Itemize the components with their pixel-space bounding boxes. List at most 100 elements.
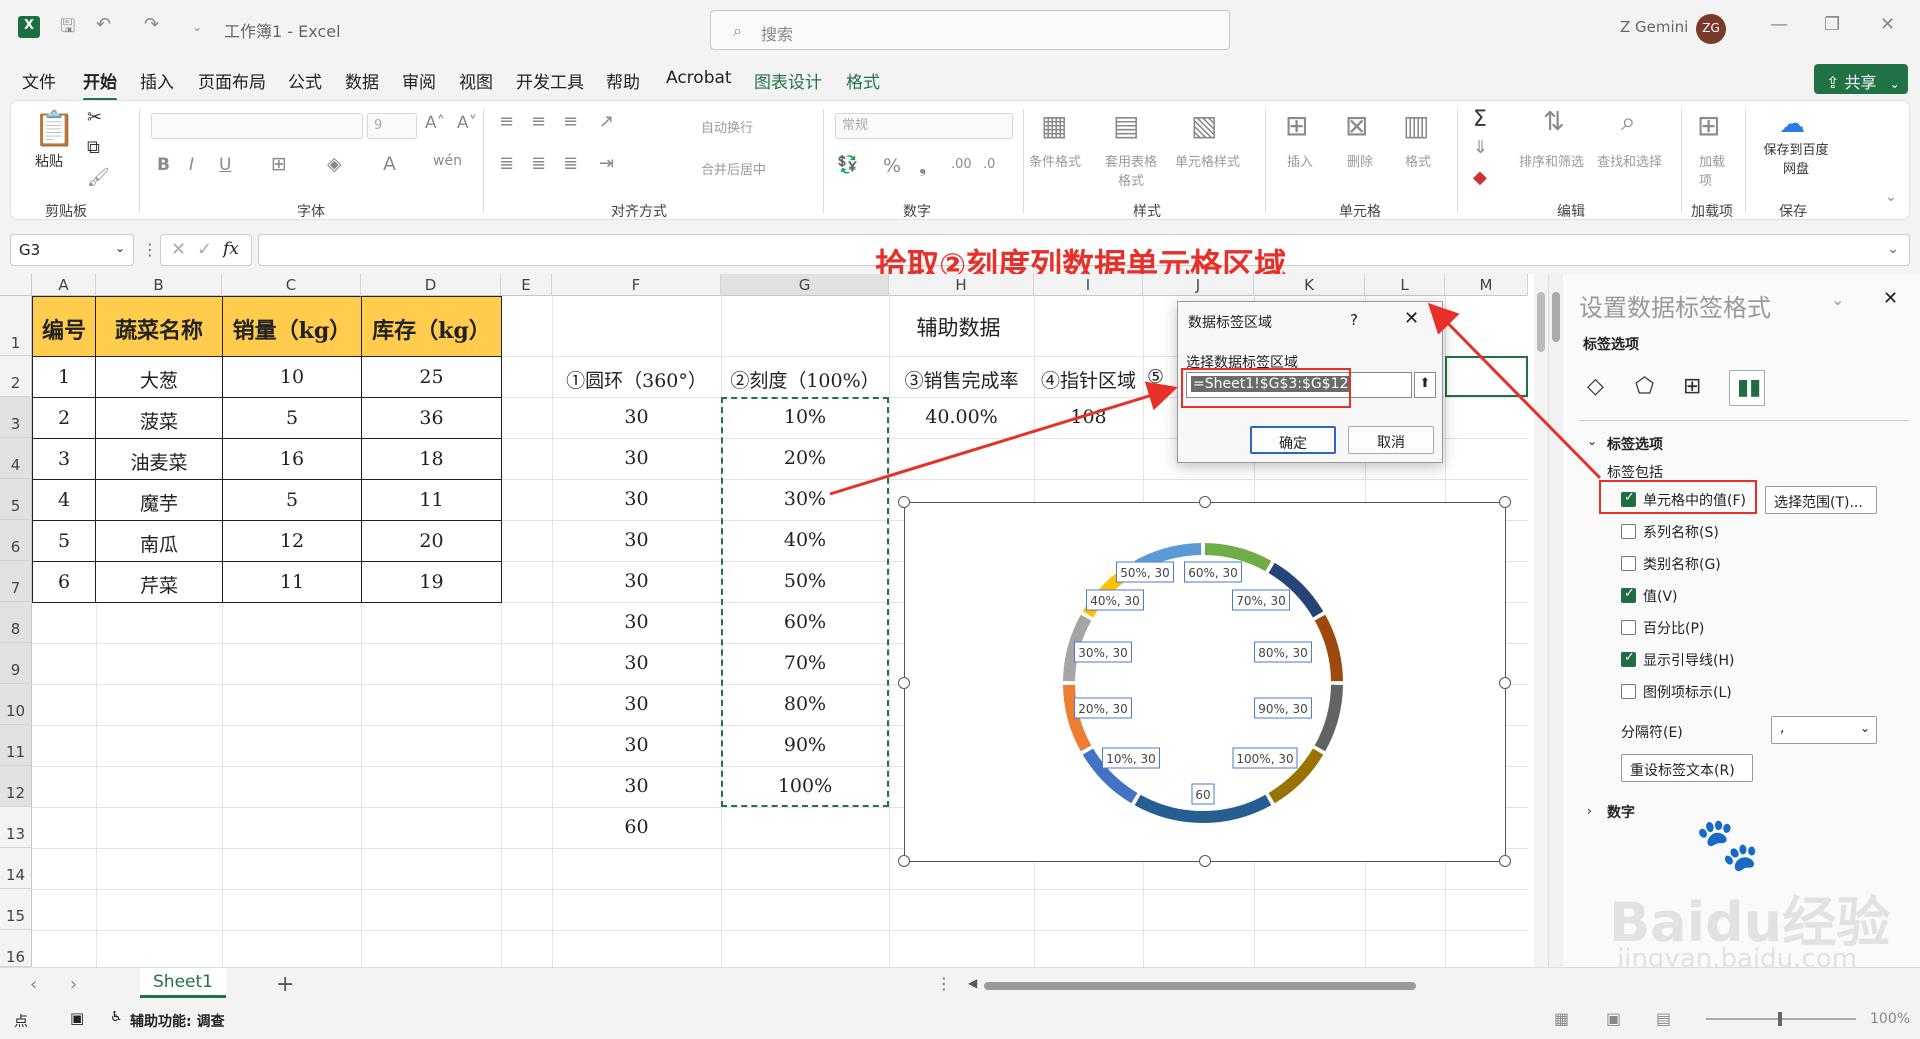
- checkbox-category-name[interactable]: [1621, 556, 1636, 571]
- conditional-format-button[interactable]: 条件格式: [1029, 151, 1081, 170]
- font-name-dropdown[interactable]: [151, 113, 363, 139]
- option-label[interactable]: 值(V): [1643, 586, 1678, 606]
- shrink-font-icon[interactable]: A˅: [457, 113, 477, 133]
- prev-sheet-icon[interactable]: ‹: [30, 974, 37, 995]
- cancel-icon[interactable]: ✕: [171, 239, 186, 260]
- undo-icon[interactable]: ↶: [96, 14, 111, 35]
- cell-g[interactable]: 100%: [721, 775, 889, 797]
- comma-icon[interactable]: ❟: [919, 155, 926, 177]
- align-left-icon[interactable]: ≣: [499, 153, 514, 174]
- data-label[interactable]: 100%, 30: [1236, 752, 1293, 766]
- row-header[interactable]: 11: [0, 725, 32, 766]
- delete-cells-button[interactable]: 删除: [1347, 151, 1373, 170]
- cell-f[interactable]: 30: [552, 652, 721, 674]
- addins-button[interactable]: 加载项: [1699, 151, 1735, 189]
- option-label[interactable]: 百分比(P): [1643, 618, 1704, 638]
- menu-help[interactable]: 帮助: [606, 68, 640, 93]
- italic-icon[interactable]: I: [189, 155, 194, 175]
- find-select-icon[interactable]: ⌕: [1621, 107, 1636, 138]
- label-options-tab[interactable]: 标签选项: [1583, 334, 1639, 354]
- fill-line-icon[interactable]: ◇: [1587, 374, 1604, 399]
- wrap-text-button[interactable]: 自动换行: [701, 117, 753, 136]
- format-cells-button[interactable]: 格式: [1405, 151, 1431, 170]
- separator-dropdown[interactable]: , ⌄: [1771, 716, 1877, 744]
- table-cell[interactable]: 10: [222, 356, 362, 398]
- cell-g[interactable]: 70%: [721, 652, 889, 674]
- option-label[interactable]: 显示引导线(H): [1643, 650, 1734, 670]
- effects-icon[interactable]: ⬠: [1635, 374, 1654, 399]
- pane-close-icon[interactable]: ✕: [1883, 288, 1898, 309]
- cell-g[interactable]: 10%: [721, 406, 889, 428]
- checkbox-value[interactable]: [1621, 586, 1636, 603]
- row-header[interactable]: 10: [0, 684, 32, 725]
- dialog-close-icon[interactable]: ✕: [1404, 308, 1419, 329]
- macro-record-icon[interactable]: ▣: [70, 1009, 84, 1027]
- aux-header-cell[interactable]: ④指针区域: [1034, 366, 1143, 393]
- phonetic-icon[interactable]: wén: [433, 153, 462, 169]
- column-header-m[interactable]: M: [1445, 274, 1528, 296]
- cell-f[interactable]: 30: [552, 447, 721, 469]
- cell-i3[interactable]: 108: [1034, 406, 1143, 428]
- menu-format[interactable]: 格式: [846, 68, 880, 93]
- copy-icon[interactable]: ⧉: [87, 137, 100, 158]
- align-center-icon[interactable]: ≣: [531, 153, 546, 174]
- menu-developer[interactable]: 开发工具: [516, 68, 584, 93]
- restore-icon[interactable]: ❐: [1824, 14, 1840, 35]
- increase-decimal-icon[interactable]: .00: [951, 157, 972, 172]
- data-label[interactable]: 10%, 30: [1106, 752, 1156, 766]
- orientation-icon[interactable]: ↗: [599, 111, 614, 132]
- data-label[interactable]: 70%, 30: [1236, 594, 1286, 608]
- table-cell[interactable]: 5: [222, 479, 362, 521]
- scrollbar-thumb[interactable]: [984, 982, 1416, 990]
- column-header-i[interactable]: I: [1034, 274, 1143, 296]
- scrollbar-thumb[interactable]: [1537, 292, 1545, 352]
- table-format-button[interactable]: 套用表格格式: [1101, 151, 1161, 189]
- cell-g[interactable]: 30%: [721, 488, 889, 510]
- row-header[interactable]: 8: [0, 602, 32, 643]
- autosum-icon[interactable]: Σ: [1473, 107, 1487, 132]
- cell-f[interactable]: 60: [552, 816, 721, 838]
- row-header[interactable]: 3: [0, 397, 32, 438]
- minimize-icon[interactable]: —: [1770, 14, 1788, 35]
- table-header-cell[interactable]: 编号: [32, 296, 96, 357]
- label-options-icon[interactable]: ▮▮: [1729, 370, 1765, 406]
- resize-handle[interactable]: [1499, 855, 1511, 867]
- row-header[interactable]: 14: [0, 848, 32, 889]
- row-header[interactable]: 6: [0, 520, 32, 561]
- cell-g[interactable]: 80%: [721, 693, 889, 715]
- pane-options-chevron-icon[interactable]: ⌄: [1831, 290, 1844, 309]
- menu-insert[interactable]: 插入: [140, 68, 174, 93]
- select-all-corner[interactable]: [0, 274, 32, 296]
- baidu-netdisk-icon[interactable]: ☁: [1779, 109, 1805, 139]
- cell-f[interactable]: 30: [552, 693, 721, 715]
- section-title[interactable]: 标签选项: [1607, 434, 1663, 454]
- checkbox-percentage[interactable]: [1621, 620, 1636, 635]
- option-label[interactable]: 图例项标示(L): [1643, 682, 1732, 702]
- help-button[interactable]: ?: [1350, 311, 1358, 329]
- table-cell[interactable]: 19: [361, 561, 502, 603]
- page-layout-view-icon[interactable]: ▣: [1606, 1009, 1621, 1028]
- cell-f[interactable]: 30: [552, 406, 721, 428]
- border-icon[interactable]: ⊞: [271, 153, 287, 175]
- table-cell[interactable]: 18: [361, 438, 502, 480]
- cell-f[interactable]: 30: [552, 529, 721, 551]
- tabs-menu-icon[interactable]: ⋮: [936, 974, 952, 993]
- table-cell[interactable]: 芹菜: [95, 561, 223, 603]
- close-icon[interactable]: ✕: [1880, 14, 1895, 35]
- clear-icon[interactable]: ◆: [1473, 167, 1487, 188]
- number-toggle-icon[interactable]: ›: [1587, 804, 1592, 818]
- align-top-icon[interactable]: ≡: [499, 111, 514, 132]
- resize-handle[interactable]: [1199, 496, 1211, 508]
- horizontal-scrollbar[interactable]: ◀: [968, 976, 1528, 992]
- merge-center-button[interactable]: 合并后居中: [701, 159, 766, 178]
- data-label[interactable]: 20%, 30: [1078, 702, 1128, 716]
- column-header-e[interactable]: E: [501, 274, 552, 296]
- table-cell[interactable]: 6: [32, 561, 96, 603]
- customize-toolbar-icon[interactable]: ⌄: [192, 20, 202, 34]
- currency-icon[interactable]: 💱: [837, 155, 858, 175]
- table-cell[interactable]: 20: [361, 520, 502, 562]
- column-header-d[interactable]: D: [361, 274, 501, 296]
- paste-icon[interactable]: 📋: [33, 109, 75, 149]
- align-bottom-icon[interactable]: ≡: [563, 111, 578, 132]
- menu-review[interactable]: 审阅: [402, 68, 436, 93]
